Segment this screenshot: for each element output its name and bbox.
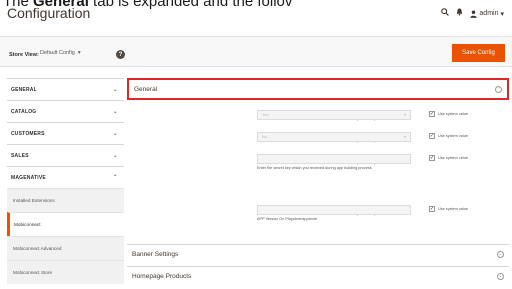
search-icon[interactable] [441, 8, 450, 19]
chevron-down-icon: ▾ [77, 50, 81, 56]
chevron-down-icon: ▾ [403, 112, 406, 117]
field-header-hash-key: Header Hash Key [store view] Enter the s… [124, 153, 512, 175]
chevron-up-icon: ⌃ [112, 175, 118, 181]
use-system-value[interactable]: ✓ Use system value [429, 155, 468, 161]
general-section-header[interactable]: General ⌃ [127, 78, 509, 100]
chevron-down-icon: ▾ [403, 134, 406, 139]
section-title: Banner Settings [132, 251, 179, 258]
section-title: Homepage Products [132, 273, 192, 280]
checkbox-checked-icon[interactable]: ✓ [429, 111, 435, 117]
sidebar-section-catalog[interactable]: CATALOG ⌄ [7, 100, 124, 122]
scope-label: Store View: [9, 52, 39, 58]
section-title: General [134, 85, 158, 93]
config-sidebar: GENERAL ⌄ CATALOG ⌄ CUSTOMERS ⌄ SALES ⌄ … [7, 78, 124, 284]
sidebar-item-mobiconnect[interactable]: Mobiconnect [7, 212, 124, 236]
system-value-label: Use system value [438, 156, 468, 160]
field-app-version: Current APP Version On Store [store view… [124, 204, 512, 226]
checkbox-checked-icon[interactable]: ✓ [429, 133, 435, 139]
section-banner-settings[interactable]: Banner Settings ⌄ [127, 244, 509, 264]
header-hash-key-input[interactable] [257, 154, 411, 164]
sidebar-section-label: MAGENATIVE [11, 174, 46, 181]
app-version-input[interactable] [257, 205, 411, 215]
system-value-label: Use system value [438, 207, 468, 211]
checkbox-checked-icon[interactable]: ✓ [429, 155, 435, 161]
chevron-down-icon: ⌄ [112, 153, 118, 159]
field-note: Enter the secret key which you received … [257, 166, 372, 170]
help-icon[interactable]: ? [116, 50, 125, 59]
save-config-button[interactable]: Save Config [452, 44, 505, 62]
field-force-update: Force Customer To Install Update [store … [124, 131, 512, 153]
sidebar-item-mobiconnect-advanced[interactable]: Mobiconnect Advanced [7, 236, 124, 260]
sidebar-section-general[interactable]: GENERAL ⌄ [7, 78, 124, 100]
sidebar-item-mobiconnect-store[interactable]: Mobiconnect Store [7, 260, 124, 284]
enable-select[interactable]: Yes ▾ [257, 110, 411, 120]
expand-icon[interactable]: ⌄ [497, 273, 504, 280]
scope-bar: Store View: Default Config ▾ ? Save Conf… [0, 36, 512, 67]
field-enable: Enable [store view] Yes ▾ ✓ Use system v… [124, 109, 512, 131]
user-icon [470, 10, 478, 18]
system-value-label: Use system value [438, 134, 468, 138]
chevron-down-icon: ⌄ [112, 109, 118, 115]
top-actions: admin ▾ [441, 8, 504, 19]
sidebar-section-label: CUSTOMERS [11, 130, 45, 137]
sidebar-section-sales[interactable]: SALES ⌄ [7, 144, 124, 166]
bell-icon[interactable] [456, 8, 463, 19]
use-system-value[interactable]: ✓ Use system value [429, 206, 468, 212]
field-note: APP Version On Playstore/appstore [257, 217, 318, 221]
sidebar-section-label: SALES [11, 152, 29, 159]
select-value: No [262, 134, 268, 139]
chevron-down-icon: ⌄ [112, 87, 118, 93]
use-system-value[interactable]: ✓ Use system value [429, 111, 468, 117]
caption-suffix: tab is expanded and the follov [88, 0, 293, 10]
select-value: Yes [262, 112, 269, 117]
sidebar-section-magenative[interactable]: MAGENATIVE ⌃ [7, 166, 124, 188]
sidebar-section-customers[interactable]: CUSTOMERS ⌄ [7, 122, 124, 144]
page-title: Configuration [7, 5, 91, 21]
chevron-down-icon: ⌄ [112, 131, 118, 137]
sidebar-section-label: GENERAL [11, 86, 37, 93]
collapse-icon[interactable]: ⌃ [495, 85, 502, 93]
expand-icon[interactable]: ⌄ [497, 251, 504, 258]
checkbox-checked-icon[interactable]: ✓ [429, 206, 435, 212]
force-update-select[interactable]: No ▾ [257, 132, 411, 142]
user-name: admin [479, 10, 499, 17]
sidebar-subitems: Installed Extensions Mobiconnect Mobicon… [7, 188, 124, 284]
section-homepage-products[interactable]: Homepage Products ⌄ [127, 266, 509, 286]
sidebar-section-label: CATALOG [11, 108, 37, 115]
chevron-down-icon: ▾ [500, 10, 504, 18]
scope-switcher[interactable]: Default Config ▾ [40, 50, 81, 56]
scope-value: Default Config [40, 50, 75, 56]
system-value-label: Use system value [438, 112, 468, 116]
sidebar-item-installed-extensions[interactable]: Installed Extensions [7, 188, 124, 212]
user-menu[interactable]: admin ▾ [470, 10, 504, 18]
use-system-value[interactable]: ✓ Use system value [429, 133, 468, 139]
